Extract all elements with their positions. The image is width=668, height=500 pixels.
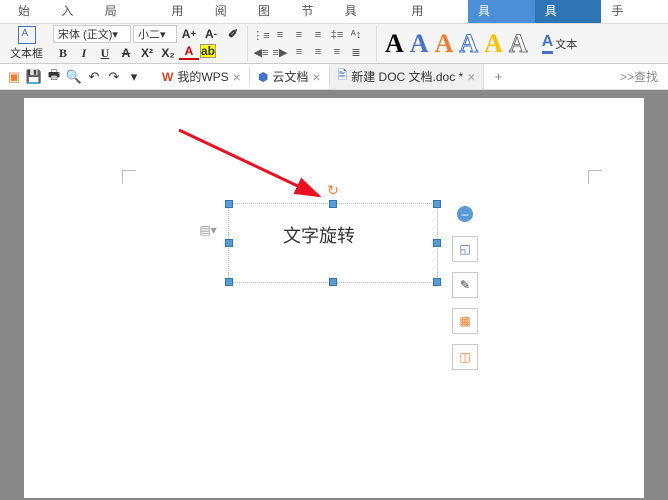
font-group: 宋体 (正文) ▾ 小二 ▾ A+ A- ✐ B I U A X² X₂ A a… [49,26,248,61]
italic-btn[interactable]: I [74,44,94,62]
undo-icon[interactable]: ↶ [86,69,102,85]
indent-dec-btn[interactable]: ◀≡ [252,44,270,60]
paragraph-group: ⋮≡ ≡ ≡ ≡ ‡≡ ᴬ↕ ◀≡ ≡▶ ≡ ≡ ≡ ≣ [248,26,377,61]
close-icon[interactable]: × [233,69,241,85]
menu-tabs: 开始 插入 页面布局 引用 审阅 视图 章节 开发工具 特色应用 绘图工具 文本… [0,0,668,24]
margin-corner-tr [588,170,602,184]
ribbon: A 文本框 宋体 (正文) ▾ 小二 ▾ A+ A- ✐ B I U A X² … [0,24,668,64]
redo-icon[interactable]: ↷ [106,69,122,85]
text-fill-icon[interactable]: A [542,33,554,54]
tab-review[interactable]: 审阅 [205,0,248,23]
line-spacing-btn[interactable]: ‡≡ [328,27,346,43]
textbox-content[interactable]: 文字旋转 [229,204,437,248]
text-fill-group: A 文本 [536,33,584,54]
resize-handle-br[interactable] [433,278,441,286]
close-icon[interactable]: × [467,69,475,85]
align-center-btn[interactable]: ≡ [309,27,327,43]
highlight-btn[interactable]: ab [200,44,216,58]
wps-icon: W [162,70,173,84]
text-direction-btn[interactable]: ᴬ↕ [347,27,365,43]
text-fill-label: 文本 [555,36,577,52]
super-btn[interactable]: X² [137,44,157,62]
cloud-icon: ⬢ [258,70,268,84]
layout-options-icon[interactable]: ▤▾ [200,222,216,238]
tab-start[interactable]: 开始 [8,0,51,23]
tab-view[interactable]: 视图 [248,0,291,23]
align-j1-btn[interactable]: ≡ [290,44,308,60]
wordart-style-2[interactable]: A [410,29,429,59]
canvas-area: ▤▾ ↻ 文字旋转 – ◱ ✎ ▦ ◫ [0,90,668,500]
resize-handle-tl[interactable] [225,200,233,208]
resize-handle-ml[interactable] [225,239,233,247]
margin-corner-tl [122,170,136,184]
tab-layout[interactable]: 页面布局 [95,0,162,23]
collapse-btn[interactable]: – [457,206,473,222]
resize-handle-mr[interactable] [433,239,441,247]
side-btn-4[interactable]: ◫ [452,344,478,370]
textframe-button[interactable]: A 文本框 [4,26,49,61]
resize-handle-tm[interactable] [329,200,337,208]
annotation-arrow [169,120,349,210]
tab-dev[interactable]: 开发工具 [335,0,402,23]
increase-font-btn[interactable]: A+ [179,25,199,43]
numbering-btn[interactable]: ≡ [271,27,289,43]
textframe-label: 文本框 [10,45,43,61]
resize-handle-bl[interactable] [225,278,233,286]
side-btn-1[interactable]: ◱ [452,236,478,262]
resize-handle-bm[interactable] [329,278,337,286]
resize-handle-tr[interactable] [433,200,441,208]
align-j2-btn[interactable]: ≡ [309,44,327,60]
bullets-btn[interactable]: ⋮≡ [252,27,270,43]
rotate-handle[interactable]: ↻ [327,184,339,196]
search-hint[interactable]: >>查找 [620,68,662,85]
document-page[interactable]: ▤▾ ↻ 文字旋转 – ◱ ✎ ▦ ◫ [24,98,644,498]
home-icon[interactable]: ▣ [6,69,22,85]
tab-helper[interactable]: 文档助手 [601,0,668,23]
decrease-font-btn[interactable]: A- [201,25,221,43]
align-j4-btn[interactable]: ≣ [347,44,365,60]
doctab-document[interactable]: 🖹 新建 DOC 文档.doc * × [330,64,485,89]
selected-textbox[interactable]: ↻ 文字旋转 [228,203,438,283]
wordart-style-3[interactable]: A [435,29,454,59]
side-btn-2[interactable]: ✎ [452,272,478,298]
floating-tools: – ◱ ✎ ▦ ◫ [452,206,478,370]
side-btn-3[interactable]: ▦ [452,308,478,334]
font-name-select[interactable]: 宋体 (正文) ▾ [53,25,131,43]
doctab-mywps[interactable]: W 我的WPS × [154,66,250,87]
close-icon[interactable]: × [312,69,320,85]
wordart-style-4[interactable]: A [459,29,478,59]
underline-btn[interactable]: U [95,44,115,62]
textframe-icon: A [18,26,36,44]
tab-chapter[interactable]: 章节 [291,0,334,23]
wordart-style-1[interactable]: A [385,29,404,59]
bold-btn[interactable]: B [53,44,73,62]
doctab-cloud[interactable]: ⬢ 云文档 × [250,66,330,87]
preview-icon[interactable]: 🔍 [66,69,82,85]
document-tabs: W 我的WPS × ⬢ 云文档 × 🖹 新建 DOC 文档.doc * × + [154,64,506,89]
wordart-gallery[interactable]: A A A A A A [377,29,536,59]
save-icon[interactable]: 💾 [26,69,42,85]
indent-inc-btn[interactable]: ≡▶ [271,44,289,60]
tab-ref[interactable]: 引用 [161,0,204,23]
align-left-btn[interactable]: ≡ [290,27,308,43]
doc-icon: 🖹 [338,66,348,87]
sub-btn[interactable]: X₂ [158,44,178,62]
tab-text[interactable]: 文本工具 [535,0,602,23]
align-j3-btn[interactable]: ≡ [328,44,346,60]
tab-draw[interactable]: 绘图工具 [468,0,535,23]
tab-insert[interactable]: 插入 [51,0,94,23]
dropdown-icon[interactable]: ▾ [126,69,142,85]
tab-special[interactable]: 特色应用 [401,0,468,23]
font-color-btn[interactable]: A [179,44,199,60]
add-tab-btn[interactable]: + [490,69,506,85]
font-size-select[interactable]: 小二 ▾ [133,25,177,43]
strike-btn[interactable]: A [116,44,136,62]
wordart-style-5[interactable]: A [484,29,503,59]
wordart-style-6[interactable]: A [509,29,528,59]
clear-format-btn[interactable]: ✐ [223,25,243,43]
print-icon[interactable]: 🖶 [46,69,62,85]
quick-access-toolbar: ▣ 💾 🖶 🔍 ↶ ↷ ▾ W 我的WPS × ⬢ 云文档 × 🖹 新建 DOC… [0,64,668,90]
